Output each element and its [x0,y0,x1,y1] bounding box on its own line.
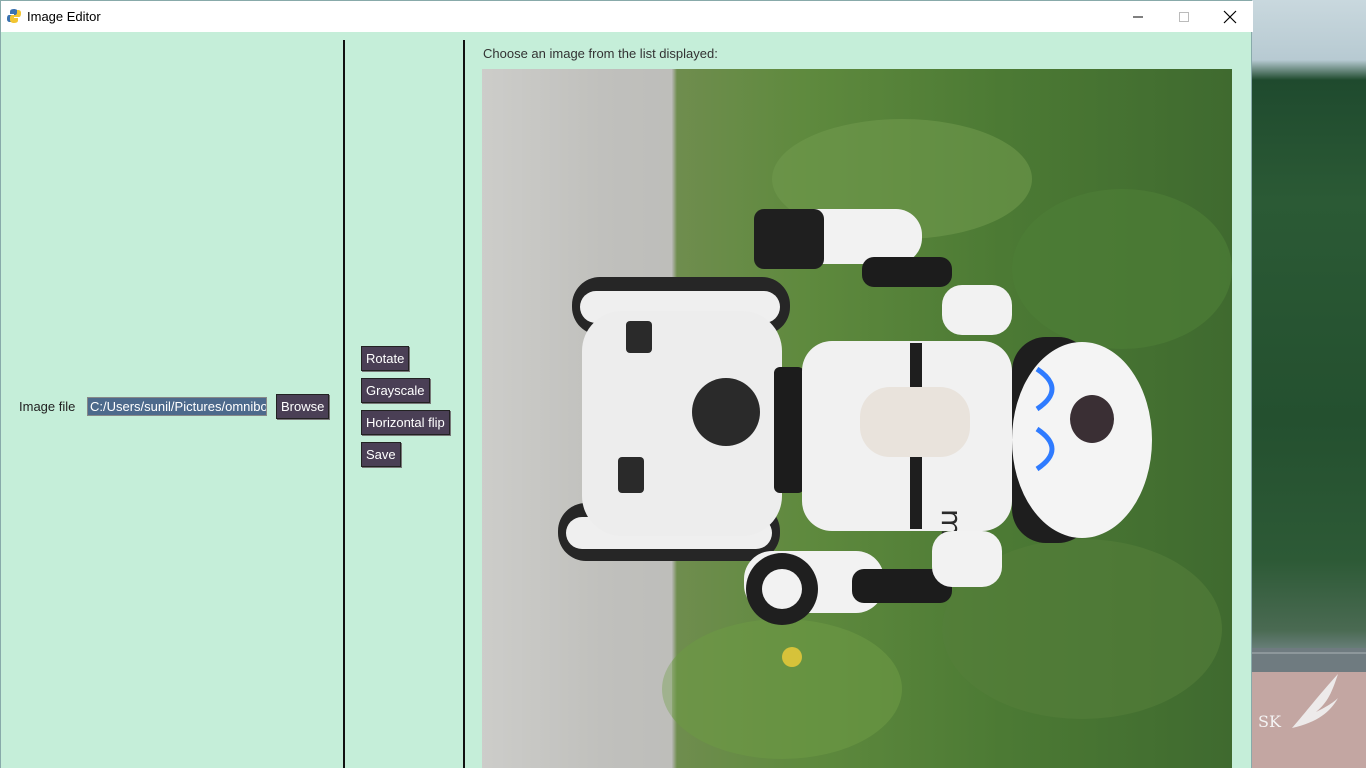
image-prompt: Choose an image from the list displayed: [483,46,718,61]
maximize-button[interactable] [1161,1,1207,32]
horizontal-flip-button[interactable]: Horizontal flip [361,410,450,435]
robot-photo: mi [482,69,1232,768]
window-title: Image Editor [27,9,101,24]
minimize-icon [1133,16,1143,17]
desktop-wallpaper: SK [1252,0,1366,768]
maximize-icon [1179,11,1189,22]
close-button[interactable] [1207,1,1253,32]
grayscale-button[interactable]: Grayscale [361,378,430,403]
wallpaper-watermark: SK [1258,712,1281,731]
rotate-button[interactable]: Rotate [361,346,410,371]
image-file-input[interactable]: C:/Users/sunil/Pictures/omnibot [87,397,267,416]
panel-divider [343,40,345,768]
browse-button[interactable]: Browse [276,394,330,419]
image-file-value: C:/Users/sunil/Pictures/omnibot [88,398,266,415]
image-preview: mi [482,69,1232,768]
save-button[interactable]: Save [361,442,401,467]
close-icon [1223,10,1237,23]
client-area: Image file C:/Users/sunil/Pictures/omnib… [1,32,1251,768]
wing-logo-icon [1292,674,1338,728]
wallpaper-roof [1252,648,1366,672]
image-editor-window: Image Editor Image file C:/Users/sunil/P… [0,0,1253,768]
panel-divider [463,40,465,768]
minimize-button[interactable] [1115,1,1161,32]
image-file-label: Image file [19,399,76,414]
title-bar[interactable]: Image Editor [1,1,1253,32]
python-app-icon [7,9,21,23]
